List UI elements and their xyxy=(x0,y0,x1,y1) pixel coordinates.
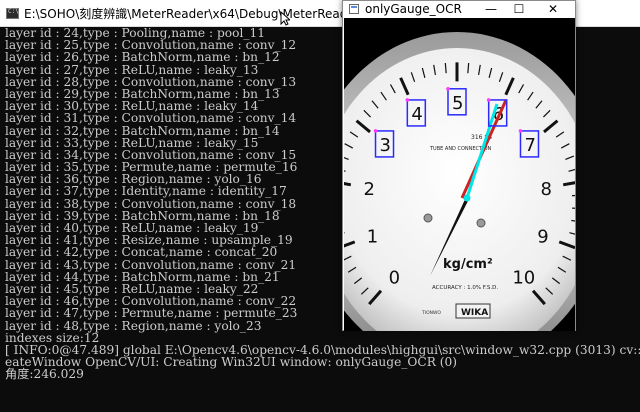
scale-label: 8 xyxy=(540,179,551,200)
opencv-titlebar[interactable]: onlyGauge_OCR — ☐ ✕ xyxy=(343,1,575,17)
gauge-screw xyxy=(476,218,486,228)
minor-tick xyxy=(444,62,447,74)
console-app-icon xyxy=(6,8,19,19)
opencv-app-icon xyxy=(349,4,359,14)
console-title: E:\SOHO\刻度辨識\MeterReader\x64\Debug\Meter… xyxy=(24,7,384,21)
scale-label: 9 xyxy=(537,227,548,248)
pressure-gauge-image: 012345678910 316 SS TUBE AND CONNECTION … xyxy=(344,32,575,331)
box-corner-marker xyxy=(446,87,450,91)
box-corner-marker xyxy=(373,129,378,133)
box-corner-marker xyxy=(518,129,523,133)
box-corner-marker xyxy=(486,98,491,102)
scale-label: 2 xyxy=(364,179,375,200)
scale-label: 3 xyxy=(380,135,391,156)
scale-label: 5 xyxy=(452,93,463,114)
gauge-model-text: TIONWO xyxy=(421,310,441,316)
console-line: 角度:246.029 xyxy=(5,367,84,382)
gauge-unit-text: kg/cm² xyxy=(443,257,493,272)
close-button[interactable]: ✕ xyxy=(539,1,567,17)
gauge-screw xyxy=(423,213,433,223)
needle-pivot xyxy=(463,194,471,202)
gauge-image-view: 012345678910 316 SS TUBE AND CONNECTION … xyxy=(344,18,575,331)
box-corner-marker xyxy=(405,98,410,102)
scale-label: 4 xyxy=(411,104,422,125)
maximize-button[interactable]: ☐ xyxy=(505,1,533,17)
minor-tick xyxy=(467,62,470,74)
gauge-brand-text: WIKA xyxy=(461,308,488,318)
opencv-title: onlyGauge_OCR xyxy=(365,2,462,16)
scale-label: 0 xyxy=(389,267,400,288)
opencv-window: onlyGauge_OCR — ☐ ✕ 0123456 xyxy=(342,0,576,331)
mouse-cursor-icon xyxy=(280,11,290,26)
gauge-accuracy-text: ACCURACY : 1.0% F.S.D. xyxy=(432,285,498,291)
minimize-button[interactable]: — xyxy=(477,1,505,17)
scale-label: 10 xyxy=(512,267,535,288)
minor-tick xyxy=(571,194,575,197)
scale-label: 1 xyxy=(367,227,378,248)
scale-label: 7 xyxy=(524,135,535,156)
console-line: eateWindow OpenCV/UI: Creating Win32UI w… xyxy=(5,355,458,370)
